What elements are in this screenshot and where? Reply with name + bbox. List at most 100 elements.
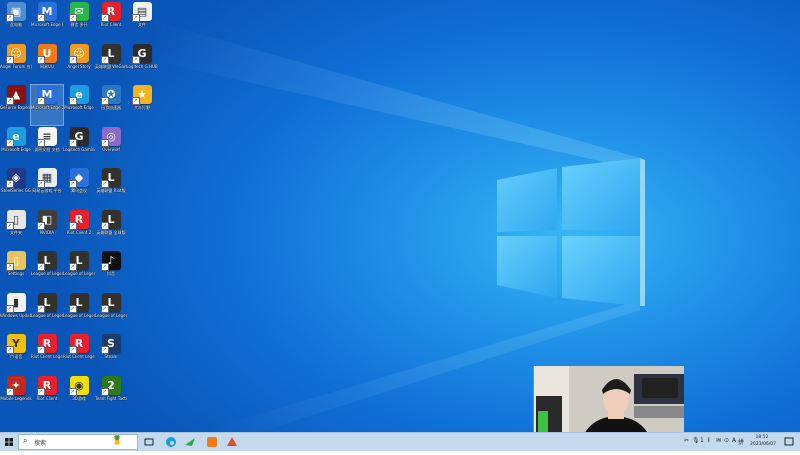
desktop-icon-app[interactable]: ▯ ↗ 文件夹 (0, 209, 32, 250)
desktop-icon-settings[interactable]: ▯ ↗ Settings (0, 251, 32, 291)
angel-story-icon: ☺ ↗ (68, 43, 89, 64)
desktop-icon-league-of-legends-2[interactable]: L↗League of Legends 2 (63, 251, 95, 291)
taskbar-clock[interactable]: 18:52 2023/06/07 (750, 434, 776, 448)
desktop-icon-label: League of Legends (31, 312, 63, 318)
desktop-icon-3d[interactable]: ◉ ↗ 3D游戏 (63, 375, 95, 416)
3d-icon: ◉ ↗ (68, 375, 89, 396)
tray-icon-5[interactable]: ⊙ (724, 437, 729, 444)
desktop-icon-microsoft-edge[interactable]: e ↗ Microsoft Edge (0, 126, 32, 167)
desktop-icon-geforce-experience[interactable]: ▲↗GeForce Experience (0, 85, 32, 125)
desktop-icon-label: GeForce Experience (0, 105, 32, 110)
desktop-icon-label: SteelSeries GG (1, 188, 31, 193)
desktop-icon-steam[interactable]: S ↗ Steam (95, 334, 127, 374)
league-of-legends-icon: L ↗ (68, 292, 89, 313)
taskbar-edge-button[interactable] (163, 433, 179, 451)
desktop-icon-riot-client[interactable]: R ↗ Riot Client (95, 2, 127, 42)
riot-icon: L ↗ (100, 168, 121, 188)
shortcut-arrow-icon: ↗ (68, 263, 77, 271)
tray-icon-1[interactable]: 🎙 (692, 437, 700, 444)
desktop-icon-app[interactable]: ✪ ↗ 迅游加速器 (95, 85, 127, 125)
desktop-icon-league-of-legends[interactable]: L↗League of Legends (63, 292, 95, 333)
desktop-icon-app[interactable]: ▣ ↗ 此电脑 (0, 2, 32, 42)
desktop-icon-team-fight-tactics-2[interactable]: 2↗Team Fight Tactics 2 (95, 375, 127, 416)
tray-icon-2[interactable]: 1 (700, 437, 704, 444)
notification-button[interactable] (782, 433, 796, 451)
desktop-icon-riot-client-2[interactable]: R ↗ Riot Client 2 (63, 209, 95, 250)
desktop-icon-app[interactable]: ✉ ↗ 微信 多开 (63, 2, 95, 42)
tray-icon-0[interactable]: ✂ (684, 437, 689, 444)
desktop-icon-windows-update[interactable]: ▮↗Windows Update 助手 (0, 292, 32, 333)
desktop-icon-label: Logitech Gaming (63, 146, 95, 152)
desktop-icon-riot-client-legends[interactable]: R↗Riot Client Legends (63, 334, 95, 374)
start-button[interactable] (0, 433, 18, 451)
desktop-icon-league-of-legends[interactable]: L↗League of Legends (31, 251, 63, 291)
desktop-icon-angel-forum[interactable]: ☺ ↗ Angel Forum 应用 (0, 43, 32, 84)
tray-icon-4[interactable]: ✉ (716, 437, 721, 444)
desktop-icon-yy[interactable]: Y ↗ YY语音 (0, 334, 32, 374)
desktop-icon-label: Settings (7, 271, 25, 276)
desktop-icon-microsoft-edge[interactable]: e ↗ Microsoft Edge (63, 85, 95, 125)
league-of-legends-icon: L ↗ (36, 292, 57, 313)
desktop-icon-label: 网易云游戏 平台 (32, 188, 62, 193)
app-icon: ✉ ↗ (68, 2, 89, 22)
shortcut-arrow-icon: ↗ (36, 180, 45, 188)
desktop-icon-label: 迅游加速器 (101, 105, 121, 110)
shortcut-arrow-icon: ↗ (36, 138, 45, 147)
desktop-icon-nvidia[interactable]: ◧ ↗ NVIDIA (31, 209, 63, 250)
desktop-icon-riot[interactable]: L ↗ 英雄联盟 Riot版 (95, 168, 127, 208)
tray-icon-3[interactable]: 𝄃 (708, 437, 709, 445)
taskbar-app-green-button[interactable] (182, 433, 198, 451)
shortcut-arrow-icon: ↗ (68, 346, 77, 354)
app-icon: ✪ ↗ (100, 85, 121, 105)
desktop-icon-wegame[interactable]: L↗英雄联盟 WeGame版 (95, 43, 127, 84)
task-view-button[interactable] (142, 433, 156, 451)
league-of-legends-icon: L ↗ (100, 292, 121, 313)
app-icon: ▤ ↗ (131, 2, 152, 22)
desktop-icon-steelseries-gg[interactable]: ◈ ↗ SteelSeries GG (0, 168, 32, 208)
desktop-icon-app[interactable]: ▦ ↗ 网易云游戏 平台 (31, 168, 63, 208)
app-icon: ▣ ↗ (5, 2, 26, 22)
desktop-icon-uu[interactable]: U ↗ 网易UU (31, 43, 63, 84)
shortcut-arrow-icon: ↗ (100, 138, 109, 147)
ime-indicator[interactable]: 拼 (738, 437, 744, 446)
mobile-legends-icon: ✦ ↗ (5, 375, 26, 396)
taskbar-app-orange-button[interactable] (204, 433, 220, 451)
tray-icon-6[interactable]: A (732, 437, 736, 444)
desktop-icon-logitech-g-hub[interactable]: G ↗ Logitech G HUB (126, 43, 158, 84)
taskbar-app-red-button[interactable] (224, 433, 240, 451)
desktop-icon-riot-client[interactable]: R ↗ Riot Client (31, 375, 63, 416)
desktop-icon-app[interactable]: ★ ↗ 大众打野 (126, 85, 158, 125)
desktop-icon-microsoft-edge-2[interactable]: M ↗ Microsoft Edge 2 (30, 84, 64, 126)
league-of-legends-2-icon: L ↗ (68, 251, 89, 271)
desktop-icon-overwolf[interactable]: ◎ ↗ Overwolf (95, 126, 127, 167)
desktop-icon-angel-story[interactable]: ☺ ↗ Angel Story (63, 43, 95, 84)
league-of-legends-icon: L ↗ (36, 251, 57, 271)
desktop-icon-app[interactable]: ♪ ↗ 抖音 (95, 251, 127, 291)
riot-client-2-icon: R ↗ (68, 209, 89, 230)
windows-update-icon: ▮ ↗ (5, 292, 26, 313)
shortcut-arrow-icon: ↗ (131, 55, 140, 64)
desktop-icon-app[interactable]: ▤ ↗ 文件 (126, 2, 158, 42)
desktop-icon-app[interactable]: L ↗ 英雄联盟 全球版 (95, 209, 127, 250)
desktop-icon-label: 大众打野 (134, 105, 150, 110)
desktop-icon-app[interactable]: ◆ ↗ 腾讯会议 (63, 168, 95, 208)
desktop-icon-riot-client-legends[interactable]: R↗Riot Client Legends (31, 334, 63, 374)
taskbar-search-box[interactable]: ⌕ 搜索 🍍 (18, 434, 138, 450)
shortcut-arrow-icon: ↗ (68, 180, 77, 188)
app-icon: L ↗ (100, 209, 121, 230)
desktop-icon-app[interactable]: ≡ ↗ 说明文档 文档 (31, 126, 63, 167)
steelseries-gg-icon: ◈ ↗ (5, 168, 26, 188)
desktop-icon-label: YY语音 (9, 354, 23, 359)
desktop-icon-label: Angel Story (67, 63, 91, 69)
shortcut-arrow-icon: ↗ (100, 55, 109, 64)
search-placeholder: 搜索 (34, 440, 47, 447)
shortcut-arrow-icon: ↗ (68, 14, 77, 22)
desktop-icon-label: 文件夹 (10, 229, 22, 235)
desktop-icon-mobile-legends[interactable]: ✦ ↗ Mobile Legends (0, 375, 32, 416)
clock-time: 18:52 (755, 435, 769, 440)
desktop-icon-league-of-legends[interactable]: L↗League of Legends (95, 292, 127, 333)
desktop-icon-microsoft-edge[interactable]: M↗Microsoft Edge 插件 (31, 2, 63, 42)
shortcut-arrow-icon: ↗ (100, 346, 109, 354)
desktop-icon-league-of-legends[interactable]: L↗League of Legends (31, 292, 63, 333)
desktop-icon-logitech-gaming[interactable]: G ↗ Logitech Gaming (63, 126, 95, 167)
